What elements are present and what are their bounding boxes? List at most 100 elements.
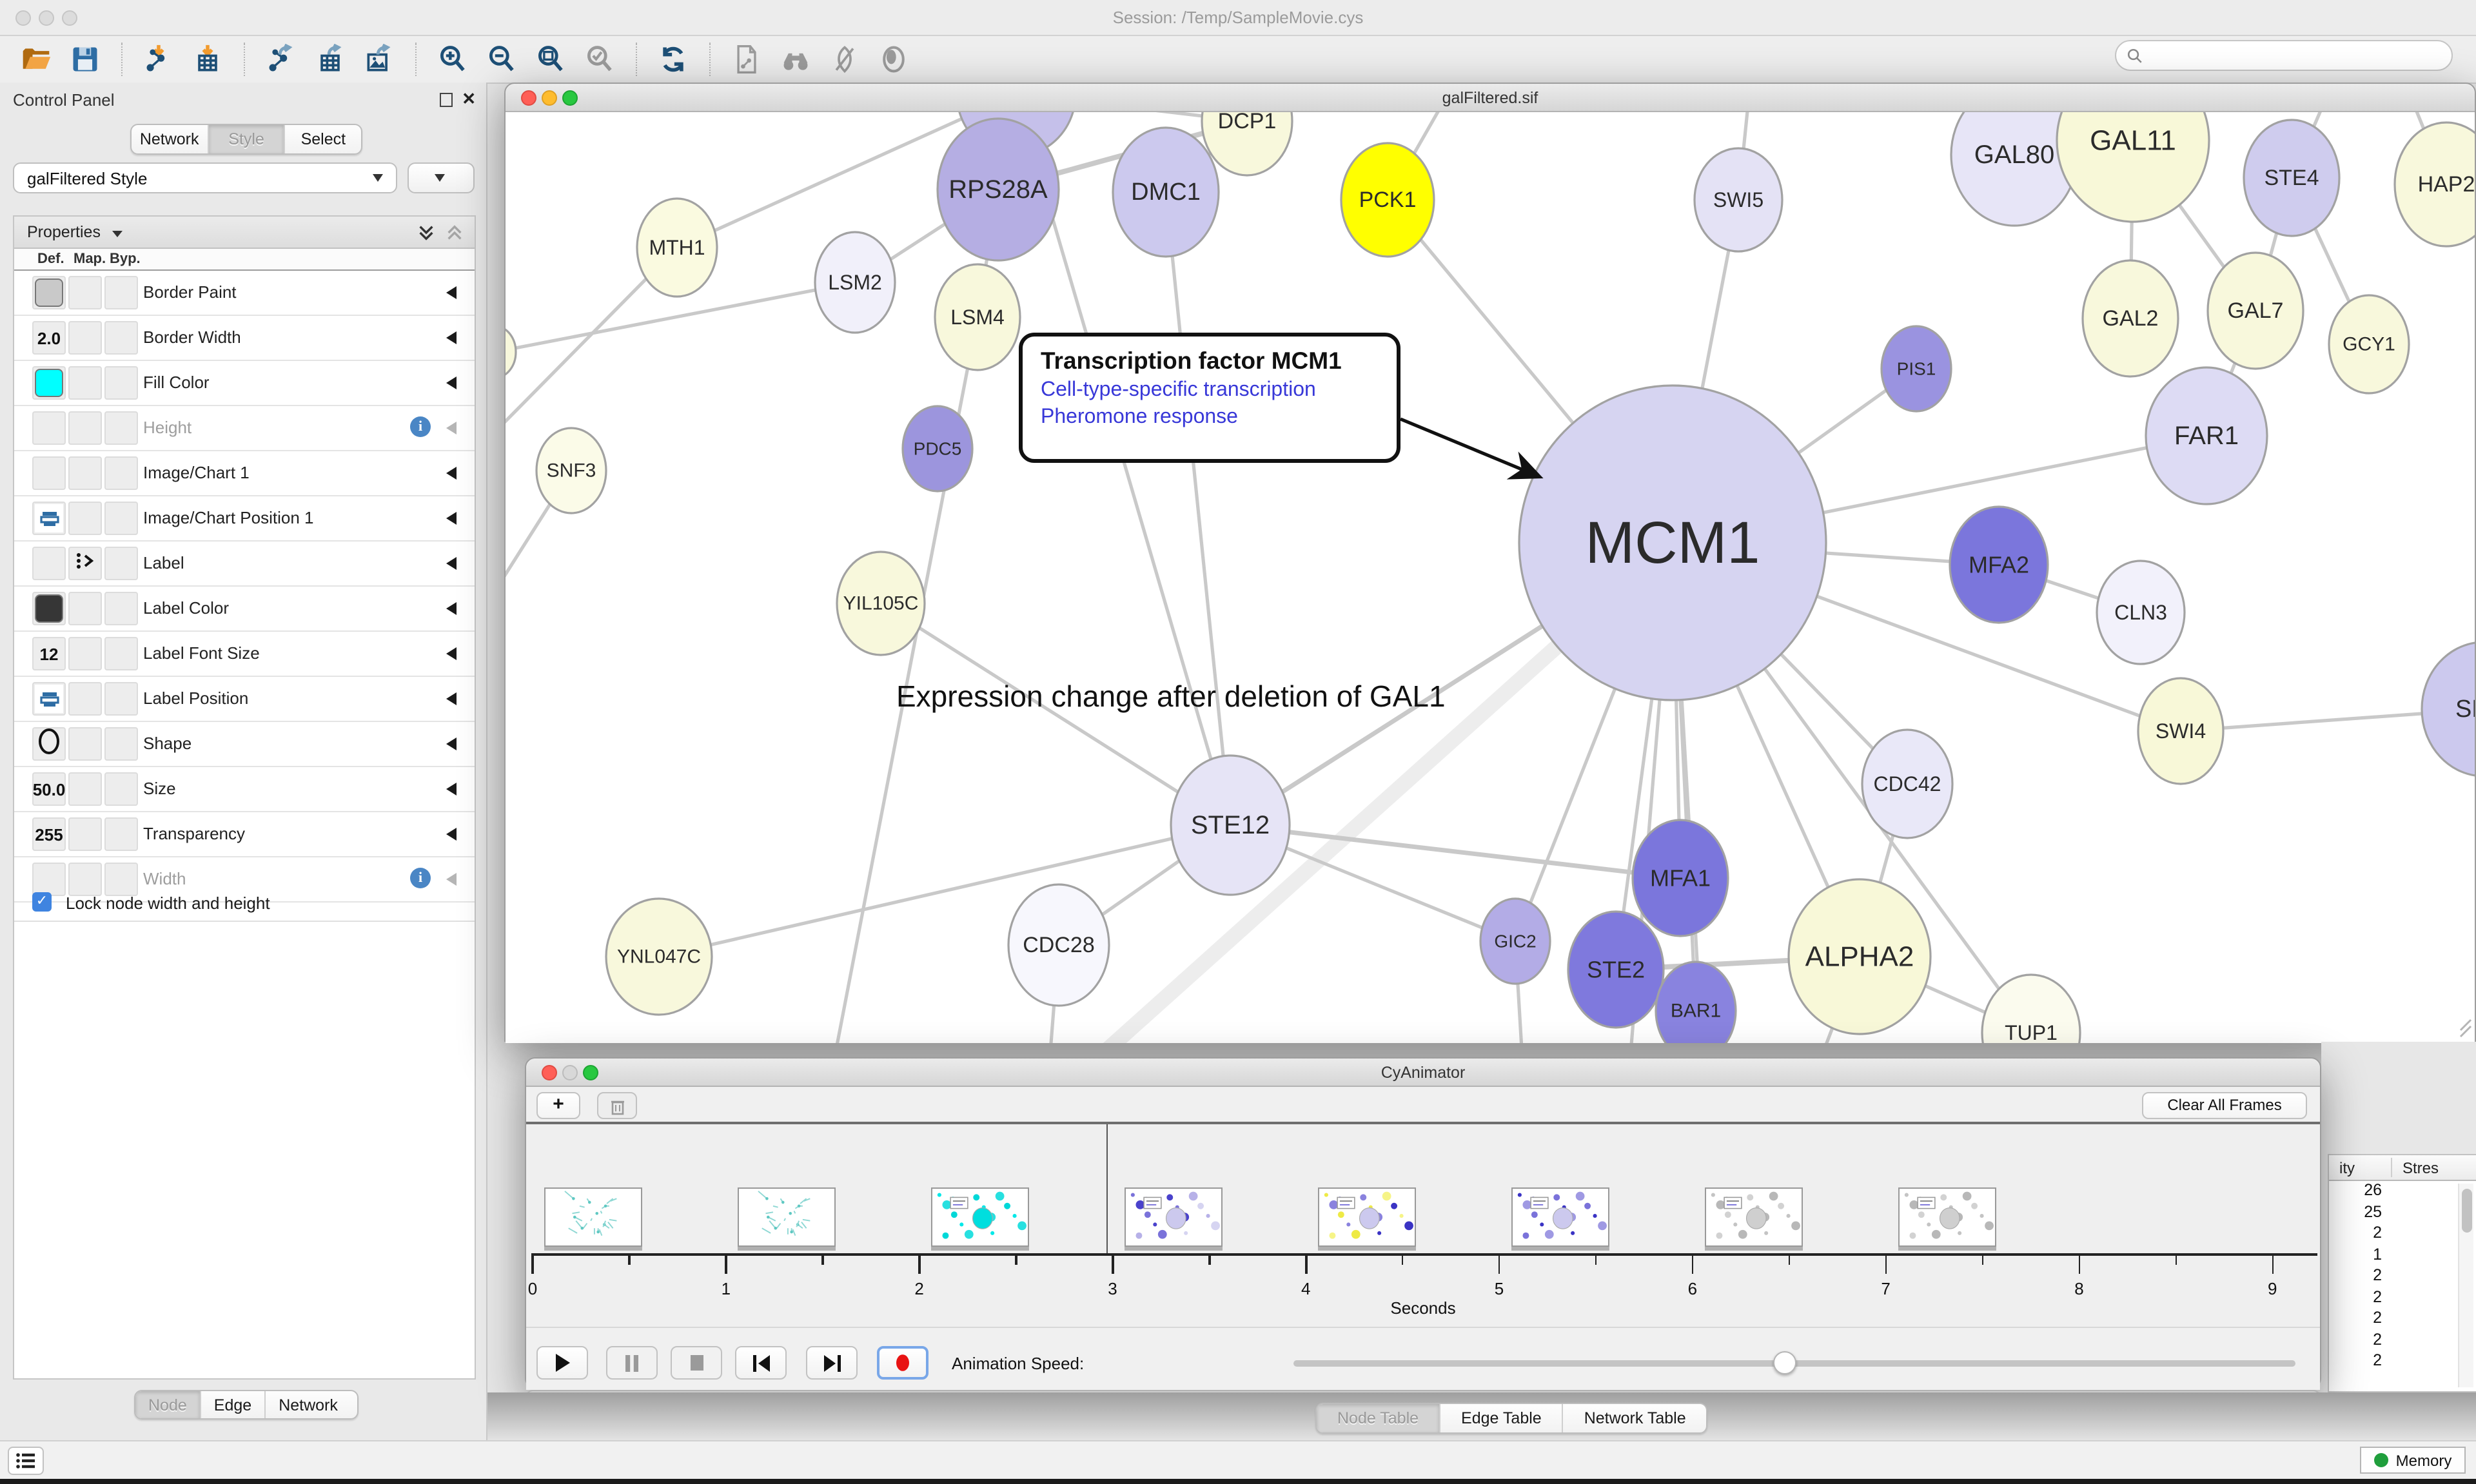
scrollbar-thumb[interactable] — [2461, 1189, 2471, 1233]
byp-cell[interactable] — [104, 547, 138, 580]
search-field[interactable] — [2115, 40, 2453, 71]
byp-cell[interactable] — [104, 772, 138, 806]
map-cell[interactable] — [68, 502, 102, 535]
def-cell[interactable] — [32, 456, 66, 490]
network-node-gic2[interactable]: GIC2 — [1480, 899, 1550, 984]
network-node-lsm4[interactable]: LSM4 — [935, 264, 1020, 370]
expand-property-icon[interactable] — [446, 467, 457, 480]
network-window-titlebar[interactable]: galFiltered.sif — [506, 84, 2475, 112]
def-cell[interactable] — [32, 592, 66, 625]
position-icon[interactable] — [35, 685, 63, 713]
network-node-mfa1[interactable]: MFA1 — [1633, 820, 1728, 936]
network-node-ynl047c[interactable]: YNL047C — [606, 899, 712, 1015]
info-icon[interactable]: i — [410, 416, 431, 437]
table-cell-value[interactable]: 2 — [2329, 1287, 2442, 1309]
tab-select[interactable]: Select — [284, 125, 361, 153]
default-value[interactable]: 255 — [35, 825, 63, 844]
delete-frame-button[interactable] — [597, 1092, 637, 1119]
tab-edge-table[interactable]: Edge Table — [1439, 1404, 1562, 1432]
network-node-pdc5[interactable]: PDC5 — [903, 406, 972, 491]
map-cell[interactable] — [68, 817, 102, 851]
open-session-icon[interactable] — [18, 41, 54, 77]
tab-node[interactable]: Node — [135, 1391, 200, 1418]
annotation-link[interactable]: Pheromone response — [1041, 406, 1397, 429]
play-button[interactable] — [536, 1346, 588, 1380]
tab-edge[interactable]: Edge — [200, 1391, 264, 1418]
network-node-far1[interactable]: FAR1 — [2146, 367, 2267, 504]
network-node-hap2[interactable]: HAP2 — [2395, 122, 2475, 246]
property-row-label[interactable]: Label — [14, 542, 475, 587]
resize-grip-icon[interactable] — [2461, 1020, 2471, 1037]
import-network-icon[interactable] — [141, 41, 177, 77]
network-node-yil105c[interactable]: YIL105C — [837, 552, 925, 655]
map-cell[interactable] — [68, 637, 102, 670]
expand-property-icon[interactable] — [446, 647, 457, 660]
network-edge[interactable] — [1166, 192, 1230, 825]
network-node-mfa2[interactable]: MFA2 — [1950, 507, 2048, 623]
timeline[interactable]: 0123456789 Seconds — [526, 1124, 2320, 1327]
zoom-out-icon[interactable] — [484, 41, 520, 77]
network-node-pis1[interactable]: PIS1 — [1882, 326, 1951, 411]
ellipse-shape-icon[interactable] — [37, 728, 61, 760]
network-node-bar1[interactable]: BAR1 — [1656, 962, 1736, 1043]
property-row-image-chart-position-1[interactable]: Image/Chart Position 1 — [14, 496, 475, 542]
property-row-image-chart-1[interactable]: Image/Chart 1 — [14, 451, 475, 496]
network-node-rps28a[interactable]: RPS28A — [938, 119, 1059, 260]
pause-button[interactable] — [606, 1346, 658, 1380]
map-cell[interactable] — [68, 366, 102, 400]
style-dropdown[interactable]: galFiltered Style — [13, 162, 397, 193]
label-mapping-icon[interactable] — [75, 551, 95, 576]
network-node-alpha2[interactable]: ALPHA2 — [1789, 879, 1931, 1034]
def-cell[interactable]: 12 — [32, 637, 66, 670]
network-node-cln3[interactable]: CLN3 — [2097, 561, 2185, 664]
network-node-mcm1[interactable]: MCM1 — [1519, 386, 1826, 700]
frame-thumbnail-7[interactable] — [1898, 1187, 1996, 1247]
record-button[interactable] — [877, 1346, 928, 1380]
map-cell[interactable] — [68, 456, 102, 490]
property-row-label-font-size[interactable]: 12 Label Font Size — [14, 632, 475, 677]
map-cell[interactable] — [68, 682, 102, 716]
import-table-icon[interactable] — [190, 41, 226, 77]
network-node-slt2[interactable]: SLT2 — [2422, 642, 2475, 776]
network-node-swi5[interactable]: SWI5 — [1695, 148, 1782, 251]
map-cell[interactable] — [68, 727, 102, 761]
annotation-box[interactable]: Transcription factor MCM1 Cell-type-spec… — [1019, 333, 1400, 463]
property-row-transparency[interactable]: 255 Transparency — [14, 812, 475, 857]
clear-all-frames-button[interactable]: Clear All Frames — [2142, 1092, 2307, 1119]
table-cell-value[interactable]: 25 — [2329, 1202, 2442, 1224]
frame-thumbnail-5[interactable] — [1511, 1187, 1609, 1247]
tab-network[interactable]: Network — [264, 1391, 351, 1418]
properties-header[interactable]: Properties — [14, 217, 475, 249]
timeline-playhead[interactable] — [1106, 1124, 1108, 1253]
map-cell[interactable] — [68, 592, 102, 625]
network-node-gal7[interactable]: GAL7 — [2208, 253, 2303, 369]
save-session-icon[interactable] — [67, 41, 103, 77]
map-cell[interactable] — [68, 321, 102, 355]
table-header[interactable]: ity Stres — [2329, 1155, 2476, 1181]
byp-cell[interactable] — [104, 727, 138, 761]
byp-cell[interactable] — [104, 502, 138, 535]
byp-cell[interactable] — [104, 817, 138, 851]
tab-node-table[interactable]: Node Table — [1317, 1404, 1439, 1432]
memory-button[interactable]: Memory — [2360, 1447, 2466, 1474]
default-value[interactable]: 50.0 — [33, 779, 66, 799]
zoom-in-icon[interactable] — [435, 41, 471, 77]
cyanimator-titlebar[interactable]: CyAnimator — [526, 1059, 2320, 1087]
network-node-cdc28[interactable]: CDC28 — [1008, 884, 1109, 1006]
table-column-ity[interactable]: ity — [2328, 1159, 2355, 1177]
table-scrollbar[interactable] — [2458, 1184, 2473, 1387]
network-node-gal11[interactable]: GAL11 — [2057, 112, 2209, 222]
expand-property-icon[interactable] — [446, 557, 457, 570]
expand-property-icon[interactable] — [446, 737, 457, 750]
property-row-border-paint[interactable]: Border Paint — [14, 271, 475, 316]
def-cell[interactable]: 255 — [32, 817, 66, 851]
def-cell[interactable] — [32, 682, 66, 716]
byp-cell[interactable] — [104, 321, 138, 355]
map-cell[interactable] — [68, 772, 102, 806]
frame-thumbnail-3[interactable] — [1125, 1187, 1223, 1247]
expand-property-icon[interactable] — [446, 602, 457, 615]
search-input[interactable] — [2151, 45, 2441, 66]
lock-size-checkbox[interactable]: ✓ — [32, 892, 52, 912]
property-row-border-width[interactable]: 2.0 Border Width — [14, 316, 475, 361]
network-node-dcp1[interactable]: DCP1 — [1202, 112, 1292, 175]
